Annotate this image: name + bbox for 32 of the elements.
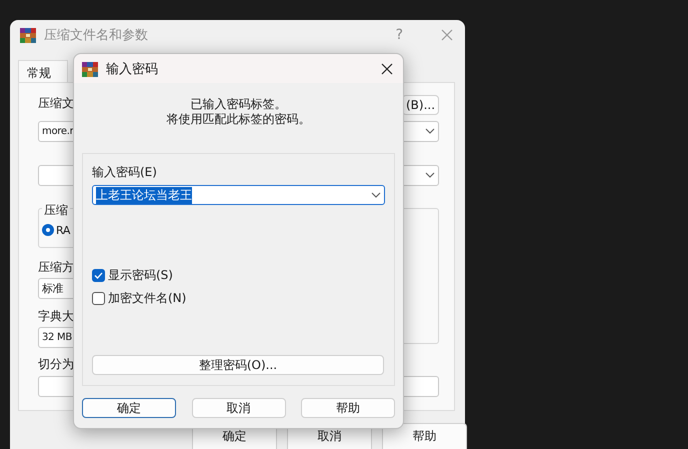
- checkbox-label: 显示密码(S): [108, 267, 173, 284]
- window-title: 压缩文件名和参数: [44, 26, 149, 44]
- field-label: 压缩方: [38, 258, 74, 276]
- checkbox[interactable]: [92, 292, 105, 306]
- dialog-button[interactable]: 帮助: [382, 423, 467, 449]
- chevron-down-icon: [425, 128, 435, 134]
- dialog-button[interactable]: 帮助: [301, 398, 395, 418]
- tab[interactable]: 常规: [18, 60, 68, 82]
- chevron-down-icon: [371, 192, 381, 198]
- dialog-button[interactable]: 取消: [192, 398, 286, 418]
- field-label: 字典大: [38, 308, 74, 325]
- dialog-message: 已输入密码标签。 将使用匹配此标签的密码。: [166, 96, 312, 128]
- organize-passwords-button[interactable]: 整理密码(O)...: [92, 355, 384, 375]
- checkbox-label: 加密文件名(N): [108, 290, 186, 308]
- field-label: 输入密码(E): [92, 164, 157, 181]
- field-value: 标准: [42, 280, 64, 296]
- dialog-title: 输入密码: [106, 60, 159, 78]
- field-label: 压缩文: [38, 94, 74, 112]
- radio-label: RA: [56, 224, 70, 237]
- checkbox[interactable]: [92, 269, 105, 282]
- dialog-button[interactable]: 确定: [82, 398, 176, 418]
- books-icon: [82, 60, 98, 76]
- books-icon: [20, 26, 36, 43]
- chevron-down-icon: [425, 172, 435, 178]
- field-value: more.r: [42, 126, 74, 137]
- field-value: 32 MB: [42, 332, 72, 343]
- close-icon[interactable]: [381, 62, 393, 74]
- field-label: 切分为: [38, 356, 74, 373]
- checkmark-icon: [94, 272, 103, 280]
- password-field[interactable]: 上老王论坛当老王: [92, 185, 385, 206]
- browse-button[interactable]: (B)...: [402, 94, 439, 115]
- radio-button[interactable]: [42, 224, 54, 236]
